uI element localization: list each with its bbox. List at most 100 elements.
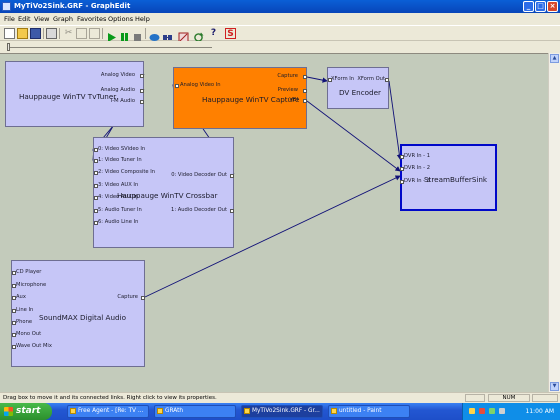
save-icon[interactable] bbox=[30, 28, 41, 39]
seek-icon[interactable] bbox=[149, 28, 160, 41]
task-label: GRAth bbox=[165, 408, 184, 414]
pin-in[interactable] bbox=[94, 171, 98, 175]
filter-tvtuner[interactable]: Hauppauge WinTV TvTuner Analog Video Ana… bbox=[5, 61, 144, 127]
taskbar-item-paint[interactable]: untitled - Paint bbox=[328, 405, 410, 418]
pause-icon[interactable] bbox=[119, 28, 130, 42]
print-icon[interactable] bbox=[46, 28, 57, 39]
menu-edit[interactable]: Edit bbox=[18, 13, 31, 25]
menu-view[interactable]: View bbox=[34, 13, 49, 25]
cut-icon[interactable]: ✂ bbox=[63, 28, 74, 39]
open-icon[interactable] bbox=[17, 28, 28, 39]
pin-label: 3: Video AUX In bbox=[98, 182, 139, 188]
scroll-up-icon[interactable]: ▲ bbox=[550, 54, 559, 63]
pin-in[interactable] bbox=[94, 159, 98, 163]
pin-in[interactable] bbox=[400, 155, 404, 159]
pin-in[interactable] bbox=[94, 148, 98, 152]
play-icon[interactable] bbox=[106, 28, 117, 42]
filter-dvencoder[interactable]: DV Encoder XForm In XForm Out bbox=[327, 67, 389, 109]
filter-name: StreamBufferSink bbox=[424, 175, 488, 184]
filter-streambuffersink[interactable]: StreamBufferSink DVR In - 1 DVR In - 2 D… bbox=[400, 144, 497, 211]
pin-in[interactable] bbox=[12, 284, 16, 288]
filter-crossbar[interactable]: Hauppauge WinTV Crossbar 0: Video SVideo… bbox=[93, 137, 234, 248]
refresh-icon[interactable] bbox=[193, 28, 204, 42]
tray-icon[interactable] bbox=[479, 408, 485, 414]
pin-out[interactable] bbox=[303, 75, 307, 79]
pin-out[interactable] bbox=[303, 99, 307, 103]
new-icon[interactable] bbox=[4, 28, 15, 39]
frame-step-icon[interactable] bbox=[162, 28, 173, 40]
pin-out[interactable] bbox=[140, 100, 144, 104]
tray-icon[interactable] bbox=[489, 408, 495, 414]
filter-capture[interactable]: Hauppauge WinTV Capture Analog Video In … bbox=[173, 67, 307, 129]
filter-graph-icon[interactable] bbox=[178, 28, 189, 43]
pin-in[interactable] bbox=[12, 296, 16, 300]
pin-in[interactable] bbox=[12, 309, 16, 313]
pin-in[interactable] bbox=[328, 78, 332, 82]
toolbar: ✂ ? S bbox=[0, 25, 560, 43]
task-label: Free Agent - [Re: TV ... bbox=[78, 408, 144, 414]
seek-thumb[interactable] bbox=[7, 43, 10, 51]
pin-label: Wave Out Mix bbox=[16, 343, 52, 349]
scroll-down-icon[interactable]: ▼ bbox=[550, 382, 559, 391]
pin-label: Phone bbox=[16, 319, 33, 325]
pin-in[interactable] bbox=[94, 209, 98, 213]
pin-in[interactable] bbox=[94, 184, 98, 188]
task-label: untitled - Paint bbox=[339, 408, 382, 414]
pin-label: Analog Video bbox=[100, 72, 135, 78]
maximize-button[interactable]: □ bbox=[535, 1, 546, 12]
filter-name: DV Encoder bbox=[339, 88, 381, 97]
connection-dvencoder-to-sink bbox=[388, 80, 403, 160]
pin-label: Capture bbox=[117, 294, 138, 300]
pin-in[interactable] bbox=[175, 84, 179, 88]
pin-label: Analog Audio bbox=[100, 87, 135, 93]
pin-out[interactable] bbox=[140, 74, 144, 78]
clock: 11:00 AM bbox=[525, 408, 554, 415]
paste-icon[interactable] bbox=[89, 28, 100, 39]
taskbar-item-free-agent[interactable]: Free Agent - [Re: TV ... bbox=[67, 405, 149, 418]
stop-icon[interactable] bbox=[132, 28, 143, 41]
menu-help[interactable]: Help bbox=[135, 13, 150, 25]
pin-out[interactable] bbox=[385, 78, 389, 82]
vertical-scrollbar[interactable]: ▲ ▼ bbox=[548, 53, 560, 392]
minimize-button[interactable]: _ bbox=[523, 1, 534, 12]
menu-favorites[interactable]: Favorites bbox=[77, 13, 106, 25]
menu-graph[interactable]: Graph bbox=[53, 13, 73, 25]
pin-in[interactable] bbox=[400, 180, 404, 184]
pin-label: Microphone bbox=[16, 282, 47, 288]
start-button[interactable]: start bbox=[0, 403, 52, 420]
tray-icon[interactable] bbox=[469, 408, 475, 414]
pin-label: 1: Video Tuner In bbox=[98, 157, 142, 163]
pin-in[interactable] bbox=[12, 333, 16, 337]
pin-in[interactable] bbox=[400, 167, 404, 171]
pin-out[interactable] bbox=[303, 89, 307, 93]
pin-out[interactable] bbox=[140, 89, 144, 93]
pin-in[interactable] bbox=[12, 321, 16, 325]
pin-in[interactable] bbox=[94, 196, 98, 200]
help-icon[interactable]: ? bbox=[208, 28, 219, 39]
s-icon[interactable]: S bbox=[225, 28, 236, 39]
pin-out[interactable] bbox=[230, 209, 234, 213]
pin-in[interactable] bbox=[94, 221, 98, 225]
menu-bar: File Edit View Graph Favorites Options H… bbox=[0, 13, 560, 25]
pin-label: CD Player bbox=[16, 269, 42, 275]
pin-in[interactable] bbox=[12, 271, 16, 275]
filter-soundmax[interactable]: SoundMAX Digital Audio CD Player Microph… bbox=[11, 260, 145, 367]
menu-file[interactable]: File bbox=[4, 13, 15, 25]
taskbar: start Free Agent - [Re: TV ... GRAth MyT… bbox=[0, 403, 560, 420]
menu-options[interactable]: Options bbox=[108, 13, 133, 25]
seek-bar[interactable] bbox=[0, 41, 560, 53]
pin-out[interactable] bbox=[141, 296, 145, 300]
taskbar-item-graphedit[interactable]: MyTiVo2Sink.GRF - Gr... bbox=[241, 405, 323, 418]
close-button[interactable]: × bbox=[547, 1, 558, 12]
pin-out[interactable] bbox=[230, 174, 234, 178]
volume-icon[interactable] bbox=[499, 408, 505, 414]
connection-capture-to-dvencoder bbox=[306, 76, 328, 83]
pin-in[interactable] bbox=[12, 345, 16, 349]
connection-capture-vbi-to-sink bbox=[306, 100, 401, 172]
app-icon bbox=[2, 2, 11, 11]
start-label: start bbox=[16, 406, 41, 416]
pin-label: 0: Video Decoder Out bbox=[171, 172, 227, 178]
pin-label: Capture bbox=[277, 73, 298, 79]
copy-icon[interactable] bbox=[76, 28, 87, 39]
taskbar-item-folder[interactable]: GRAth bbox=[154, 405, 236, 418]
